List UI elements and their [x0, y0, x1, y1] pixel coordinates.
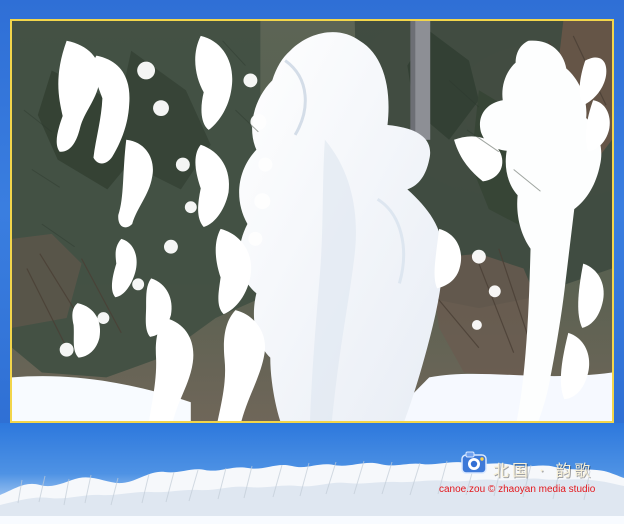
- banner-title: 北国 · 韵歌: [493, 461, 594, 480]
- photo-frame: 北国 · 韵歌 canoe.zou © zhaoyan media studio: [0, 0, 624, 524]
- camera-logo-icon: [459, 449, 489, 479]
- camera-logo-icon: [461, 451, 487, 474]
- main-photo: [10, 19, 614, 423]
- snow-trees-image: [12, 21, 612, 421]
- credit-text: canoe.zou © zhaoyan media studio: [439, 484, 596, 495]
